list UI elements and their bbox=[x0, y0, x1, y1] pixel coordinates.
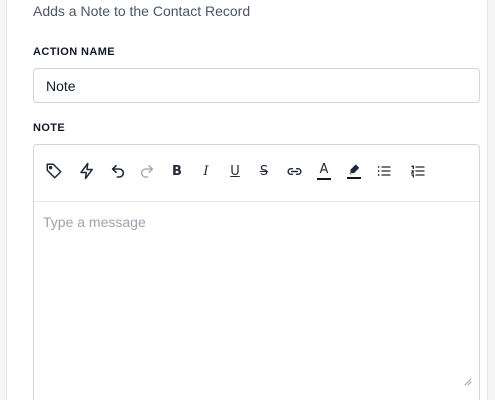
text-color-icon[interactable]: A bbox=[312, 159, 336, 183]
lightning-icon[interactable] bbox=[75, 159, 99, 183]
numbered-list-icon[interactable] bbox=[406, 159, 430, 183]
panel-subtitle: Adds a Note to the Contact Record bbox=[33, 3, 251, 19]
form-panel: Adds a Note to the Contact Record ACTION… bbox=[6, 0, 488, 400]
undo-icon[interactable] bbox=[106, 159, 130, 183]
message-textarea[interactable] bbox=[34, 203, 479, 393]
resize-handle-icon[interactable] bbox=[464, 378, 472, 386]
underline-icon[interactable]: U bbox=[223, 159, 247, 183]
bullet-list-icon[interactable] bbox=[372, 159, 396, 183]
highlight-bar bbox=[347, 177, 361, 179]
strikethrough-icon[interactable]: S bbox=[252, 159, 276, 183]
text-color-glyph: A bbox=[319, 161, 329, 177]
italic-glyph: I bbox=[203, 163, 209, 179]
action-name-input[interactable] bbox=[33, 68, 480, 103]
link-icon[interactable] bbox=[282, 159, 306, 183]
redo-icon[interactable] bbox=[135, 159, 159, 183]
text-color-bar bbox=[317, 177, 331, 180]
action-name-label: ACTION NAME bbox=[33, 46, 116, 58]
note-editor: B I U S A bbox=[33, 144, 480, 400]
tag-icon[interactable] bbox=[42, 159, 66, 183]
bold-glyph: B bbox=[172, 163, 182, 179]
strikethrough-glyph: S bbox=[259, 163, 269, 179]
italic-icon[interactable]: I bbox=[194, 159, 218, 183]
editor-toolbar: B I U S A bbox=[34, 145, 479, 202]
highlight-icon[interactable] bbox=[342, 159, 366, 183]
underline-glyph: U bbox=[230, 163, 240, 179]
bold-icon[interactable]: B bbox=[165, 159, 189, 183]
note-label: NOTE bbox=[33, 122, 66, 134]
